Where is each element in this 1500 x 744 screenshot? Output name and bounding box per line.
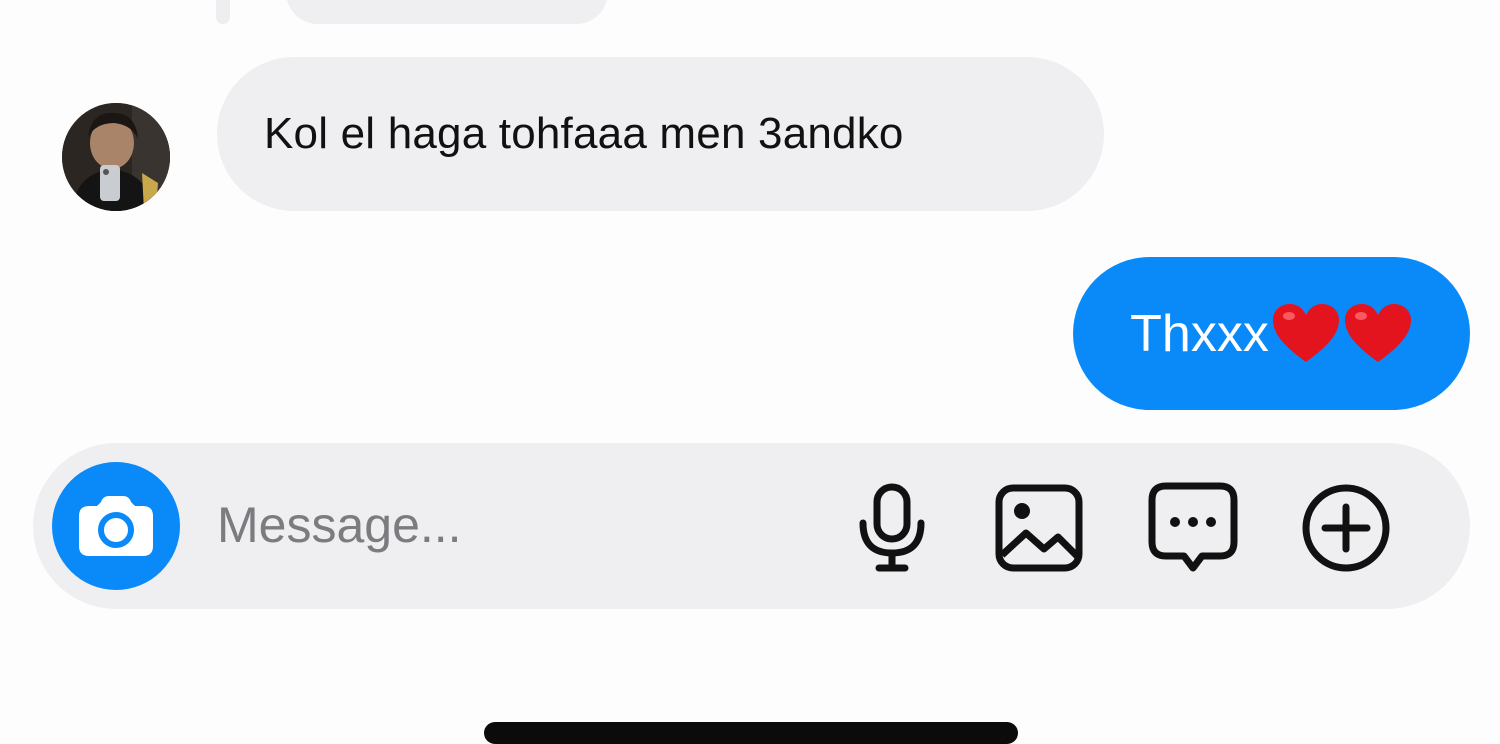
plus-icon	[1302, 484, 1390, 572]
message-input[interactable]	[217, 490, 817, 560]
gallery-button[interactable]	[989, 478, 1089, 578]
sticker-chat-button[interactable]	[1143, 478, 1243, 578]
camera-icon	[79, 496, 153, 556]
incoming-message-bubble[interactable]: Kol el haga tohfaaa men 3andko	[217, 57, 1104, 211]
outgoing-message-bubble[interactable]: Thxxx	[1073, 257, 1470, 410]
incoming-message-text: Kol el haga tohfaaa men 3andko	[264, 109, 904, 158]
avatar[interactable]	[62, 103, 170, 211]
previous-message-bubble[interactable]	[286, 0, 608, 24]
microphone-button[interactable]	[842, 478, 942, 578]
red-heart-emoji-icon	[1344, 303, 1411, 362]
more-options-button[interactable]	[1296, 478, 1396, 578]
emoji-group	[1269, 302, 1413, 366]
camera-button[interactable]	[52, 462, 180, 590]
microphone-icon	[859, 483, 925, 572]
red-heart-emoji-icon	[1272, 303, 1339, 362]
home-indicator[interactable]	[484, 722, 1018, 744]
gallery-icon	[995, 484, 1083, 572]
previous-thread-line	[216, 0, 230, 24]
avatar-photo	[62, 103, 170, 211]
sticker-chat-icon	[1148, 482, 1238, 572]
outgoing-message-text: Thxxx	[1130, 304, 1269, 363]
